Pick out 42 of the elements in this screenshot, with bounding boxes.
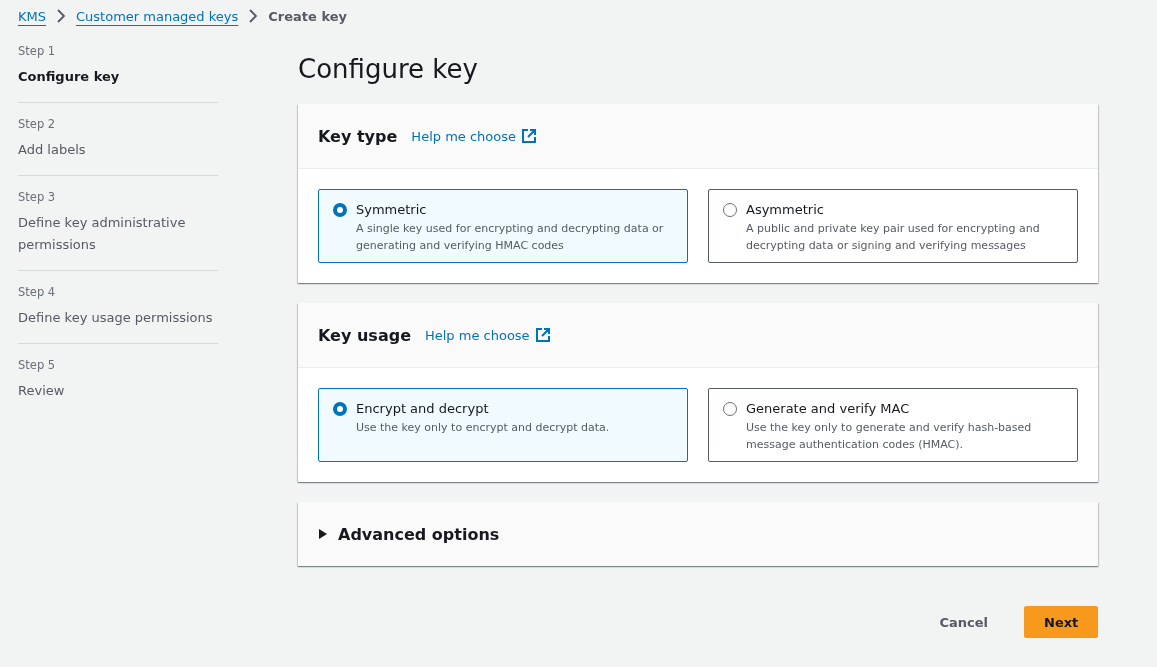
cancel-button[interactable]: Cancel bbox=[919, 606, 1008, 638]
option-description: Use the key only to generate and verify hash-based message authentication codes (HMAC). bbox=[746, 420, 1033, 453]
radio-icon[interactable] bbox=[333, 402, 347, 416]
advanced-options-toggle[interactable]: Advanced options bbox=[298, 502, 1098, 566]
option-description: Use the key only to encrypt and decrypt data. bbox=[356, 420, 610, 436]
breadcrumb-link[interactable]: Customer managed keys bbox=[76, 8, 239, 24]
breadcrumb-link[interactable]: KMS bbox=[18, 8, 46, 24]
step-label[interactable]: Define key usage permissions bbox=[18, 307, 218, 329]
step-number: Step 3 bbox=[18, 190, 57, 204]
radio-option[interactable]: Generate and verify MAC Use the key only to generate and verify hash-based message authentication codes (HMAC). bbox=[708, 388, 1078, 462]
external-link-icon bbox=[535, 328, 550, 342]
advanced-options-label: Advanced options bbox=[338, 524, 500, 544]
step-number: Step 2 bbox=[18, 117, 57, 131]
radio-icon[interactable] bbox=[333, 203, 347, 217]
radio-option[interactable]: Symmetric A single key used for encrypting and decrypting data or generating and verifying HMAC codes bbox=[318, 189, 688, 263]
step-number: Step 1 bbox=[18, 44, 57, 58]
step-number: Step 5 bbox=[18, 358, 57, 372]
section-heading: Key type bbox=[318, 126, 398, 146]
external-link-icon bbox=[522, 129, 536, 143]
step-label[interactable]: Review bbox=[18, 380, 218, 402]
section-heading: Key usage bbox=[318, 325, 411, 345]
radio-icon[interactable] bbox=[723, 402, 737, 416]
next-button[interactable]: Next bbox=[1024, 606, 1098, 638]
option-description: A public and private key pair used for encrypting and decrypting data or signing and verifying messages bbox=[746, 221, 1041, 254]
step-label[interactable]: Define key administrative permissions bbox=[18, 212, 218, 256]
radio-icon[interactable] bbox=[723, 203, 737, 217]
radio-option[interactable]: Asymmetric A public and private key pair used for encrypting and decrypting data or signing and verifying messages bbox=[708, 189, 1078, 263]
help-link[interactable]: Help me choose bbox=[425, 327, 550, 343]
step-label[interactable]: Configure key bbox=[18, 66, 218, 88]
step-number: Step 4 bbox=[18, 285, 57, 299]
option-label: Asymmetric bbox=[746, 202, 825, 217]
help-link[interactable]: Help me choose bbox=[411, 128, 536, 144]
option-description: A single key used for encrypting and decrypting data or generating and verifying HMAC codes bbox=[356, 221, 665, 254]
step-label[interactable]: Add labels bbox=[18, 139, 218, 161]
option-label: Generate and verify MAC bbox=[746, 401, 911, 416]
option-label: Symmetric bbox=[356, 202, 428, 217]
chevron-right-icon bbox=[248, 9, 259, 23]
option-label: Encrypt and decrypt bbox=[356, 401, 490, 416]
page-title: Configure key bbox=[298, 54, 479, 84]
radio-option[interactable]: Encrypt and decrypt Use the key only to encrypt and decrypt data. bbox=[318, 388, 688, 462]
chevron-right-icon bbox=[56, 9, 66, 23]
breadcrumb-current: Create key bbox=[268, 8, 347, 24]
